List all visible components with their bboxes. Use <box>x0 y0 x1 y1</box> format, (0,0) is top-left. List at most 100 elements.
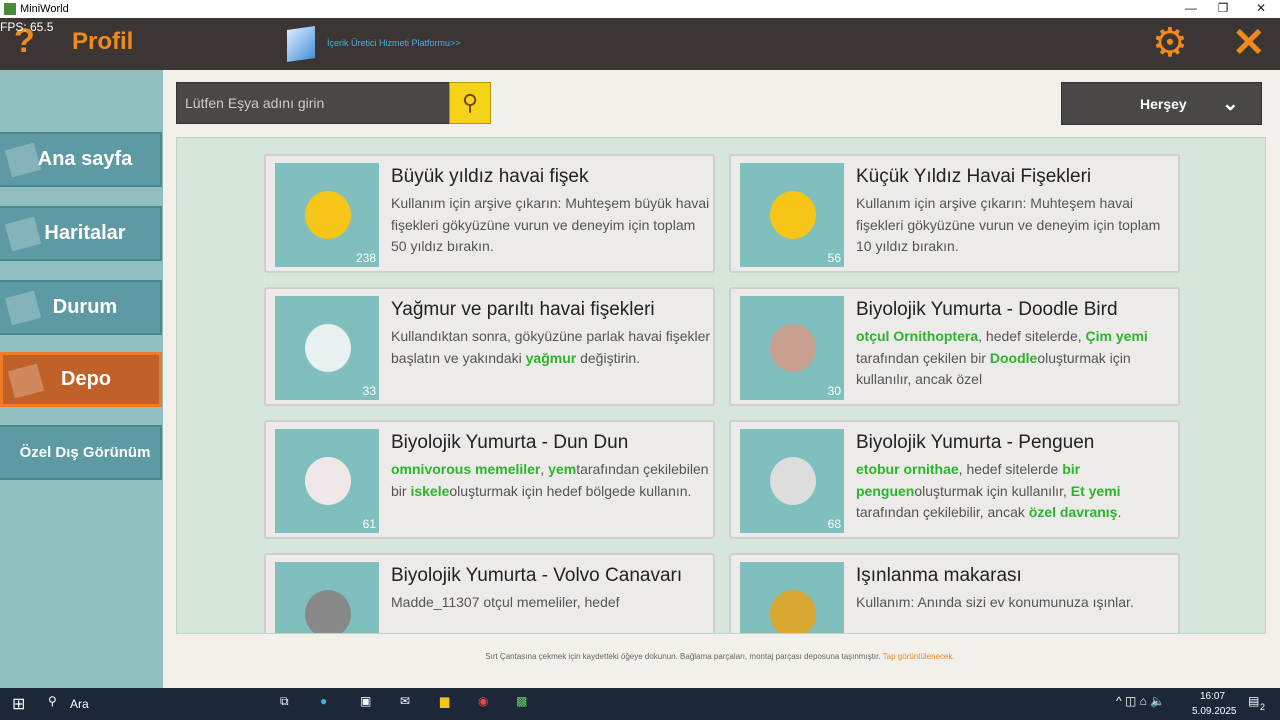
highlight-text: Çim yemi <box>1085 328 1148 344</box>
sidebar-item-haritalar[interactable]: Haritalar <box>0 206 162 261</box>
taskbar: ⊞ ⚲ Ara ⧉ ● ▣ ✉ ▆ ◉ ▩ ^ ◫ ⌂ 🔈 16:07 5.09… <box>0 688 1280 720</box>
filter-dropdown[interactable]: Herşey ⌄ <box>1061 82 1262 125</box>
description-text: Madde_11307 otçul memeliler, hedef <box>391 594 620 610</box>
item-icon <box>305 324 351 372</box>
sidebar-item-durum[interactable]: Durum <box>0 280 162 335</box>
item-image: 33 <box>275 296 379 400</box>
description-text: tarafından çekilebilir, ancak <box>856 504 1029 520</box>
sidebar-item-depo[interactable]: Depo <box>0 352 162 407</box>
item-image: 238 <box>275 163 379 267</box>
fps-counter: FPS: 65.5 <box>0 20 54 34</box>
filter-selected: Herşey <box>1140 96 1187 112</box>
window-close-button[interactable]: ✕ <box>1246 1 1276 15</box>
item-card[interactable]: 61 Biyolojik Yumurta - Dun Dun omnivorou… <box>264 420 715 539</box>
sidebar-item-label: Haritalar <box>44 222 126 244</box>
description-text: oluşturmak için kullanılır, <box>914 482 1071 499</box>
highlight-text: omnivorous memeliler <box>391 461 541 477</box>
item-count: 61 <box>362 517 376 531</box>
store-icon[interactable]: ▣ <box>360 694 371 708</box>
folder-icon[interactable]: ▆ <box>440 694 449 708</box>
task-view-icon[interactable]: ⧉ <box>280 694 289 709</box>
restore-button[interactable]: ❐ <box>1208 1 1238 15</box>
item-card[interactable]: 33 Yağmur ve parıltı havai fişekleri Kul… <box>264 287 715 406</box>
item-card[interactable]: 30 Biyolojik Yumurta - Doodle Bird otçul… <box>729 287 1180 406</box>
item-description: omnivorous memeliler, yemtarafından çeki… <box>391 459 711 502</box>
item-name: Işınlanma makarası <box>856 565 1022 586</box>
chevron-down-icon: ⌄ <box>1222 93 1239 115</box>
footer-link[interactable]: Tap görüntülenecek. <box>883 652 955 661</box>
mail-icon[interactable]: ✉ <box>400 694 410 708</box>
windows-start-icon[interactable]: ⊞ <box>12 694 25 714</box>
minimize-button[interactable]: — <box>1176 1 1206 15</box>
item-name: Biyolojik Yumurta - Dun Dun <box>391 432 629 453</box>
item-image: 68 <box>740 429 844 533</box>
cube-icon <box>287 26 315 62</box>
page-title: Profil <box>72 28 134 55</box>
item-name: Biyolojik Yumurta - Penguen <box>856 432 1095 453</box>
sidebar-item-label: Özel Dış Görünüm <box>19 444 151 461</box>
description-text: , <box>540 461 549 477</box>
item-card[interactable]: 68 Biyolojik Yumurta - Penguen etobur or… <box>729 420 1180 539</box>
highlight-text: yağmur <box>525 349 577 366</box>
edge-icon[interactable]: ● <box>320 694 327 708</box>
title-bar: MiniWorld — ❐ ✕ <box>0 0 1280 18</box>
sidebar-item-ana-sayfa[interactable]: Ana sayfa <box>0 132 162 187</box>
item-name: Biyolojik Yumurta - Doodle Bird <box>856 299 1118 320</box>
sidebar-item-ozel-dis-gorunum[interactable]: Özel Dış Görünüm <box>0 425 162 480</box>
tray-icons[interactable]: ^ ◫ ⌂ 🔈 <box>1116 694 1165 708</box>
item-image <box>275 562 379 633</box>
close-icon[interactable]: ✕ <box>1232 20 1266 66</box>
taskbar-search[interactable]: Ara <box>70 697 89 711</box>
description-text: . <box>1117 504 1122 520</box>
header <box>0 18 1280 70</box>
gear-icon[interactable]: ⚙ <box>1152 20 1188 66</box>
description-text: tarafından çekilen bir <box>856 349 990 366</box>
item-icon <box>305 590 351 633</box>
sidebar-item-label: Ana sayfa <box>37 148 133 170</box>
item-icon <box>770 191 816 239</box>
app-icon <box>4 3 16 15</box>
highlight-text: özel davranış <box>1028 504 1118 520</box>
footer-text: Sırt Çantasına çekmek için kaydetteki öğ… <box>485 652 883 661</box>
item-image: 30 <box>740 296 844 400</box>
item-grid[interactable]: 238 Büyük yıldız havai fişek Kullanım iç… <box>176 137 1266 634</box>
item-icon <box>770 324 816 372</box>
item-card[interactable]: 56 Küçük Yıldız Havai Fişekleri Kullanım… <box>729 154 1180 273</box>
item-icon <box>305 191 351 239</box>
platform-link[interactable]: İçerik Üretici Hizmeti Platformu>> <box>327 38 461 48</box>
item-image: 61 <box>275 429 379 533</box>
notification-icon[interactable]: ▤ <box>1248 694 1259 708</box>
highlight-text: iskele <box>410 482 450 499</box>
description-text: değiştirin. <box>576 349 641 366</box>
description-text: oluşturmak için hedef bölgede kullanın. <box>449 482 692 499</box>
item-card[interactable]: Işınlanma makarası Kullanım: Anında sizi… <box>729 553 1180 633</box>
sidebar-item-label: Durum <box>52 296 118 318</box>
item-description: Kullanım için arşive çıkarın: Muhteşem b… <box>391 193 711 258</box>
item-card[interactable]: 238 Büyük yıldız havai fişek Kullanım iç… <box>264 154 715 273</box>
search-icon: ⚲ <box>48 694 57 708</box>
item-count: 33 <box>362 384 376 398</box>
search-icon: ⚲ <box>461 90 479 115</box>
search-button[interactable]: ⚲ <box>449 82 491 124</box>
item-count: 238 <box>355 251 376 265</box>
item-description: otçul Ornithoptera, hedef sitelerde, Çim… <box>856 326 1176 391</box>
home-icon <box>4 142 42 178</box>
highlight-text: otçul Ornithoptera <box>856 328 979 344</box>
item-name: Biyolojik Yumurta - Volvo Canavarı <box>391 565 683 586</box>
item-icon <box>770 590 816 633</box>
highlight-text: Et yemi <box>1070 482 1121 499</box>
chrome-icon[interactable]: ◉ <box>478 694 488 708</box>
description-text: , hedef sitelerde <box>958 461 1063 477</box>
notification-count: 2 <box>1260 702 1266 712</box>
item-card[interactable]: Biyolojik Yumurta - Volvo Canavarı Madde… <box>264 553 715 633</box>
window-title: MiniWorld <box>20 3 69 15</box>
item-image: 56 <box>740 163 844 267</box>
item-description: etobur ornithae, hedef sitelerde bir pen… <box>856 459 1176 524</box>
status-icon <box>4 290 42 326</box>
search-input[interactable]: Lütfen Eşya adını girin <box>176 82 450 124</box>
sidebar-item-label: Depo <box>61 368 111 390</box>
footer-hint: Sırt Çantasına çekmek için kaydetteki öğ… <box>0 652 1280 661</box>
miniworld-icon[interactable]: ▩ <box>516 694 527 708</box>
description-text: Kullanım için arşive çıkarın: Muhteşem b… <box>391 195 710 254</box>
item-image <box>740 562 844 633</box>
